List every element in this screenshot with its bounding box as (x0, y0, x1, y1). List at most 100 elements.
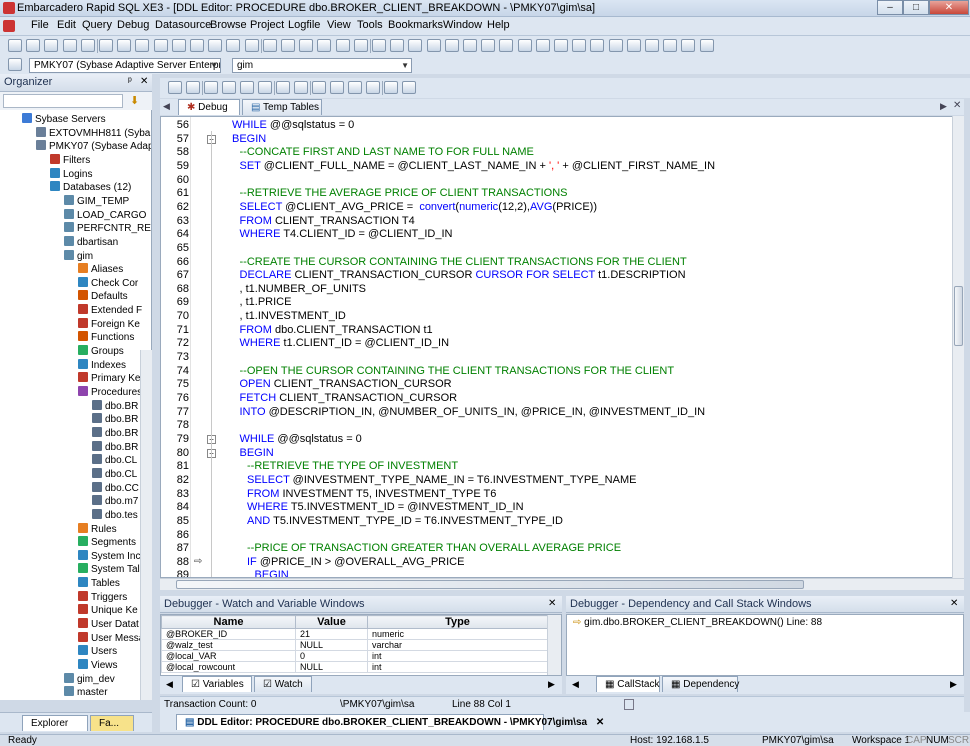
menu-project[interactable]: Project (246, 19, 288, 31)
tree-item[interactable]: Logins (50, 167, 92, 181)
tree-item[interactable]: Databases (12) (50, 181, 131, 194)
tree-item[interactable]: Filters (50, 153, 90, 167)
toolbar-button-icon[interactable] (517, 39, 532, 52)
tree-item[interactable]: LOAD_CARGO (64, 208, 146, 222)
tree-item[interactable]: Rules (78, 522, 117, 536)
toolbar-button-icon[interactable] (171, 39, 186, 52)
code-line[interactable]: --CREATE THE CURSOR CONTAINING THE CLIEN… (240, 256, 687, 268)
code-line[interactable]: FROM INVESTMENT T5, INVESTMENT_TYPE T6 (247, 488, 496, 500)
table-row[interactable]: @local_VAR 0 int (161, 650, 548, 662)
editor-vertical-scrollbar[interactable] (952, 116, 964, 578)
tree-item[interactable]: Tables (78, 577, 120, 590)
code-line[interactable]: --CONCATE FIRST AND LAST NAME TO FOR FUL… (240, 146, 534, 158)
tab-dependency[interactable]: ▦ Dependency (662, 676, 739, 692)
code-line[interactable]: , t1.NUMBER_OF_UNITS (240, 283, 367, 295)
tree-item[interactable]: System Inc (78, 549, 140, 563)
tree-item[interactable]: Groups (78, 345, 124, 358)
toolbar-button-icon[interactable] (535, 39, 550, 52)
column-header-name[interactable]: Name (161, 615, 296, 629)
tree-item[interactable]: System Tal (78, 563, 140, 576)
toolbar-button-icon[interactable] (244, 39, 259, 52)
tree-item[interactable]: gim_dev (64, 672, 115, 686)
tree-item[interactable]: dbo.BR (92, 413, 138, 426)
toolbar-button-icon[interactable] (222, 81, 236, 94)
toolbar-button-icon[interactable] (226, 39, 241, 52)
toolbar-button-icon[interactable] (99, 39, 113, 52)
filter-arrow-icon[interactable]: ⬇ (130, 94, 139, 107)
tree-item[interactable]: Unique Ke (78, 604, 138, 617)
code-line[interactable]: IF @PRICE_IN > @OVERALL_AVG_PRICE (247, 556, 464, 568)
code-line[interactable]: , t1.INVESTMENT_ID (240, 310, 346, 322)
close-panel-icon[interactable]: ✕ (548, 598, 556, 609)
toolbar-button-icon[interactable] (168, 81, 182, 94)
close-icon[interactable]: ✕ (596, 717, 604, 728)
server-combo[interactable]: PMKY07 (Sybase Adaptive Server Enterpris… (29, 58, 221, 73)
menu-view[interactable]: View (323, 19, 355, 31)
toolbar-button-icon[interactable] (372, 39, 386, 52)
favorites-tab[interactable]: Fa... (90, 715, 134, 731)
tab-next-icon[interactable]: ▶ (940, 101, 947, 112)
menu-file[interactable]: File (27, 19, 53, 31)
toolbar-button-icon[interactable] (262, 39, 277, 52)
toolbar-button-icon[interactable] (208, 39, 223, 52)
datasource-icon[interactable] (8, 58, 22, 71)
tree-item[interactable]: Primary Ke (78, 372, 140, 385)
toolbar-button-icon[interactable] (26, 39, 41, 52)
tree-item[interactable]: dbo.BR (92, 440, 138, 454)
toolbar-button-icon[interactable] (481, 39, 496, 52)
tree-item[interactable]: Foreign Ke (78, 317, 140, 331)
tab-next-icon[interactable]: ▶ (950, 679, 957, 690)
code-line[interactable]: WHERE T5.INVESTMENT_ID = @INVESTMENT_ID_… (247, 501, 524, 513)
chevron-down-icon[interactable]: ▼ (401, 59, 409, 72)
toolbar-button-icon[interactable] (80, 39, 95, 52)
tree-item[interactable]: Check Cor (78, 276, 138, 290)
tab-close-icon[interactable]: ✕ (953, 100, 961, 111)
close-panel-icon[interactable]: ✕ (950, 598, 958, 609)
watch-scrollbar[interactable] (547, 615, 561, 675)
toolbar-button-icon[interactable] (590, 39, 605, 52)
toolbar-button-icon[interactable] (681, 39, 696, 52)
tree-item[interactable]: dbartisan (64, 235, 118, 249)
tree-item[interactable]: dbo.BR (92, 399, 138, 413)
code-line[interactable]: , t1.PRICE (240, 296, 292, 308)
tree-item[interactable]: Segments (78, 536, 136, 549)
tree-item[interactable]: EXTOVMHH811 (Syba (36, 126, 150, 140)
tree-item[interactable]: Functions (78, 331, 134, 344)
menu-bookmarks[interactable]: Bookmarks (384, 19, 447, 31)
toolbar-button-icon[interactable] (463, 39, 477, 52)
code-line[interactable]: AND T5.INVESTMENT_TYPE_ID = T6.INVESTMEN… (247, 515, 563, 527)
toolbar-button-icon[interactable] (117, 39, 132, 52)
code-line[interactable]: --OPEN THE CURSOR CONTAINING THE CLIENT … (240, 365, 675, 377)
tree-item[interactable]: dbo.CC (92, 481, 139, 495)
explorer-tab[interactable]: Explorer (22, 715, 88, 731)
toolbar-button-icon[interactable] (135, 39, 150, 52)
toolbar-button-icon[interactable] (444, 39, 459, 52)
toolbar-button-icon[interactable] (281, 39, 295, 52)
menu-tools[interactable]: Tools (353, 19, 387, 31)
code-line[interactable]: SET @CLIENT_FULL_NAME = @CLIENT_LAST_NAM… (240, 160, 716, 172)
toolbar-button-icon[interactable] (663, 39, 678, 52)
tree-item[interactable]: dbo.CL (92, 467, 137, 481)
code-line[interactable]: --PRICE OF TRANSACTION GREATER THAN OVER… (247, 542, 621, 554)
menu-edit[interactable]: Edit (53, 19, 80, 31)
code-line[interactable]: BEGIN (255, 569, 289, 577)
toolbar-button-icon[interactable] (353, 39, 368, 52)
toolbar-button-icon[interactable] (645, 39, 659, 52)
table-row[interactable]: @BROKER_ID 21 numeric (161, 628, 548, 640)
tree-item[interactable]: Procedures (78, 386, 142, 399)
menu-help[interactable]: Help (483, 19, 514, 31)
toolbar-button-icon[interactable] (204, 81, 218, 94)
toolbar-button-icon[interactable] (348, 81, 362, 94)
tab-prev-icon[interactable]: ◀ (163, 101, 170, 112)
toolbar-button-icon[interactable] (294, 81, 308, 94)
tab-variables[interactable]: ☑ Variables (182, 676, 252, 692)
tab-prev-icon[interactable]: ◀ (572, 679, 579, 690)
toolbar-button-icon[interactable] (572, 39, 587, 52)
code-line[interactable]: DECLARE CLIENT_TRANSACTION_CURSOR CURSOR… (240, 269, 686, 281)
toolbar-button-icon[interactable] (299, 39, 314, 52)
toolbar-button-icon[interactable] (608, 39, 623, 52)
code-line[interactable]: BEGIN (232, 133, 266, 145)
toolbar-button-icon[interactable] (626, 39, 641, 52)
tab-temp-tables[interactable]: ▤ Temp Tables (242, 99, 322, 115)
code-line[interactable]: SELECT @CLIENT_AVG_PRICE = convert(numer… (240, 201, 598, 213)
